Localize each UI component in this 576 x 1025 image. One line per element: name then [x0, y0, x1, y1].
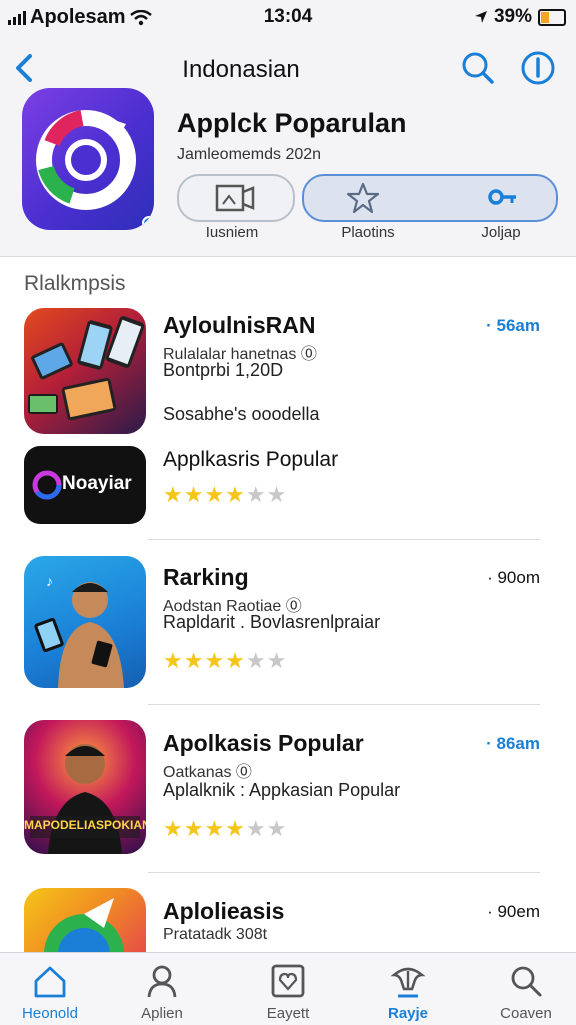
item-size: · 90om	[487, 568, 540, 587]
item-title: Aplolieasis	[163, 898, 285, 924]
item-size: · 90em	[487, 902, 540, 921]
item-subtitle: Oatkanas ⓪	[163, 764, 252, 781]
info-icon[interactable]	[518, 48, 558, 88]
thumb-text: MAPODELIASPOKIAN	[24, 818, 146, 832]
key-icon	[488, 189, 516, 205]
search-icon[interactable]	[458, 48, 498, 88]
item-title: Rarking	[163, 564, 249, 590]
location-icon	[474, 11, 487, 23]
tab-label: Heonold	[22, 1005, 78, 1022]
list-item[interactable]: ♪ Rarking Aodstan Raotiae ⓪ Rapldarit . …	[24, 556, 544, 690]
divider	[148, 704, 540, 705]
home-icon	[34, 966, 66, 998]
gift-icon	[390, 967, 426, 998]
tab-label: Eayett	[266, 1005, 310, 1022]
star-icon	[346, 182, 380, 214]
tab-label: Coaven	[500, 1005, 552, 1022]
list-item[interactable]: AyloulnisRAN Rulalalar hanetnas ⓪ Bontpr…	[24, 308, 544, 438]
divider	[148, 872, 540, 873]
item-subtitle: Pratatadk 308t	[163, 926, 268, 943]
app-thumbnail	[24, 888, 146, 952]
status-bar: Apolesam 13:04 39%	[0, 0, 576, 34]
search-icon	[511, 966, 542, 997]
app-icon	[22, 88, 154, 230]
colorful-logo-artwork	[44, 898, 124, 952]
battery-icon	[538, 8, 566, 26]
thumb-text: Noayiar	[62, 473, 132, 494]
divider	[148, 539, 540, 540]
item-description: Sosabhe's ooodella	[163, 404, 320, 424]
tab-bar: Heonold Aplien Eayett Rayje Coaven	[0, 952, 576, 1025]
app-thumbnail: MAPODELIASPOKIAN	[24, 720, 146, 854]
svg-text:♪: ♪	[46, 573, 53, 589]
app-logo-icon	[36, 110, 136, 210]
tab-label: Rayje	[387, 1005, 429, 1022]
actions-button[interactable]	[302, 174, 558, 222]
media-icon	[215, 184, 255, 212]
item-title: AyloulnisRAN	[163, 312, 316, 338]
app-title: Applck Poparulan	[177, 108, 407, 138]
status-right: 39%	[474, 6, 566, 28]
item-meta: Aplalknik : Appkasian Popular	[163, 780, 401, 800]
phones-artwork	[28, 316, 145, 421]
rating-stars: ★★★★★★	[163, 648, 288, 673]
tab-search[interactable]: Coaven	[476, 953, 576, 1025]
nav-title: Indonasian	[182, 56, 300, 83]
section-title: Rlalkmpsis	[24, 272, 126, 295]
tab-games[interactable]: Eayett	[238, 953, 338, 1025]
tab-apps[interactable]: Aplien	[112, 953, 212, 1025]
rating-stars: ★★★★★★	[163, 482, 288, 507]
person-icon	[147, 965, 177, 998]
tab-home[interactable]: Heonold	[0, 953, 100, 1025]
logo-ring-icon	[32, 470, 62, 500]
app-thumbnail	[24, 308, 146, 434]
tab-label: Aplien	[141, 1005, 183, 1022]
app-subtitle: Jamleomemds 202n	[177, 146, 322, 163]
tab-arcade[interactable]: Rayje	[358, 953, 458, 1025]
item-size: · 56am	[486, 316, 540, 335]
media-label: Iusniem	[205, 224, 259, 241]
badge-dot-icon	[142, 216, 154, 230]
app-header: Indonasian Applck Poparulan Jamleomemds …	[0, 34, 576, 257]
heart-box-icon	[271, 964, 305, 998]
item-meta: Bontprbi 1,20D	[163, 360, 284, 380]
item-size: · 86am	[486, 734, 540, 753]
list-item[interactable]: MAPODELIASPOKIAN Apolkasis Popular Oatka…	[24, 720, 544, 856]
item-title: Apolkasis Popular	[163, 730, 364, 756]
key-label: Joljap	[481, 224, 521, 241]
battery-percent: 39%	[493, 6, 532, 27]
media-button[interactable]	[177, 174, 295, 222]
battery-fill	[541, 11, 549, 23]
app-thumbnail: ♪	[24, 556, 146, 688]
ratings-label: Plaotins	[341, 224, 395, 241]
person-phone-artwork: ♪	[34, 573, 124, 688]
item-meta: Rapldarit . Bovlasrenlpraiar	[163, 612, 381, 632]
app-thumbnail: Noayiar	[24, 446, 146, 524]
person-poster-artwork	[30, 744, 140, 854]
rating-stars: ★★★★★★	[163, 816, 288, 841]
item-title: Applkasris Popular	[163, 448, 339, 471]
list-item[interactable]: Aplolieasis Pratatadk 308t · 90em	[24, 888, 544, 952]
list-item[interactable]: Noayiar Applkasris Popular ★★★★★★	[24, 444, 544, 526]
